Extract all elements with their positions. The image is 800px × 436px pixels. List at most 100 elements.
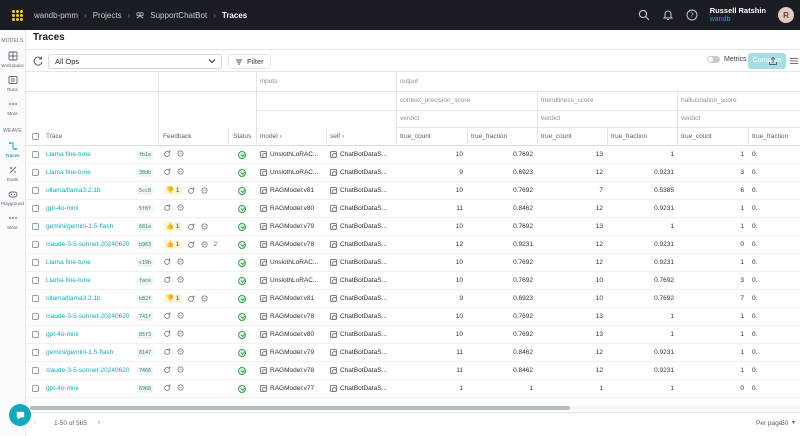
- header-model[interactable]: model ›: [260, 128, 282, 146]
- add-reaction-icon[interactable]: [164, 366, 171, 373]
- select-all-checkbox[interactable]: [32, 133, 39, 140]
- prev-page-button[interactable]: ‹: [34, 419, 36, 426]
- refresh-icon[interactable]: [31, 54, 45, 68]
- columns-icon[interactable]: [789, 56, 799, 66]
- toggle-switch[interactable]: [707, 56, 720, 63]
- trace-link[interactable]: ollama/llama3.2:1b: [46, 182, 134, 200]
- comment-icon[interactable]: [177, 384, 184, 391]
- trace-id-badge[interactable]: 681a: [137, 223, 154, 231]
- trace-id-badge[interactable]: 7466: [137, 367, 154, 375]
- reaction-badge[interactable]: 👎 1: [164, 186, 182, 195]
- avatar[interactable]: R: [778, 7, 794, 23]
- next-page-button[interactable]: ›: [98, 419, 100, 426]
- sidebar-item-more-models[interactable]: More: [0, 99, 25, 116]
- sidebar-item-runs[interactable]: Runs: [0, 75, 25, 92]
- trace-id-badge[interactable]: 85f3: [137, 331, 154, 339]
- help-icon[interactable]: ?: [686, 9, 698, 21]
- comment-icon[interactable]: [201, 241, 208, 248]
- row-checkbox[interactable]: [32, 367, 39, 374]
- row-checkbox[interactable]: [32, 313, 39, 320]
- model-ref[interactable]: RAGModel:v81: [260, 187, 314, 194]
- add-reaction-icon[interactable]: [187, 223, 195, 230]
- trace-link[interactable]: gpt-4o-mini: [46, 326, 134, 344]
- self-ref[interactable]: ChatBotDataS...: [330, 295, 387, 302]
- row-checkbox[interactable]: [32, 151, 39, 158]
- row-checkbox[interactable]: [32, 223, 39, 230]
- trace-id-badge[interactable]: fb1e: [137, 151, 154, 159]
- sidebar-item-workspace[interactable]: Workspace: [0, 51, 25, 68]
- row-checkbox[interactable]: [32, 205, 39, 212]
- comment-icon[interactable]: [201, 187, 208, 194]
- add-reaction-icon[interactable]: [164, 258, 171, 265]
- add-reaction-icon[interactable]: [187, 241, 195, 248]
- self-ref[interactable]: ChatBotDataS...: [330, 277, 387, 284]
- comment-icon[interactable]: [177, 330, 184, 337]
- header-true-count-3[interactable]: true_count: [681, 128, 712, 146]
- wandb-logo[interactable]: [0, 0, 34, 30]
- model-ref[interactable]: UnslothLoRAC...: [260, 259, 318, 266]
- bell-icon[interactable]: [662, 9, 674, 21]
- export-icon[interactable]: [768, 56, 778, 66]
- scrollbar-thumb[interactable]: [30, 406, 570, 410]
- model-ref[interactable]: RAGModel:v77: [260, 385, 314, 392]
- row-checkbox[interactable]: [32, 295, 39, 302]
- self-ref[interactable]: ChatBotDataS...: [330, 151, 387, 158]
- trace-link[interactable]: gpt-4o-mini: [46, 200, 134, 218]
- comment-icon[interactable]: [177, 366, 184, 373]
- compare-button[interactable]: Compare: [748, 53, 786, 69]
- row-checkbox[interactable]: [32, 259, 39, 266]
- sidebar-item-playground[interactable]: Playground: [0, 189, 25, 206]
- add-reaction-icon[interactable]: [187, 187, 195, 194]
- header-true-fraction-3[interactable]: true_fraction: [752, 128, 788, 146]
- header-true-count-1[interactable]: true_count: [400, 128, 431, 146]
- breadcrumb-projects[interactable]: Projects: [93, 11, 122, 20]
- row-checkbox[interactable]: [32, 349, 39, 356]
- breadcrumb-entity[interactable]: wandb-pmm: [34, 11, 78, 20]
- trace-link[interactable]: gemini/gemini-1.5-flash: [46, 218, 134, 236]
- self-ref[interactable]: ChatBotDataS...: [330, 349, 387, 356]
- add-reaction-icon[interactable]: [187, 295, 195, 302]
- search-icon[interactable]: [638, 9, 650, 21]
- add-reaction-icon[interactable]: [164, 204, 171, 211]
- comment-icon[interactable]: [201, 223, 208, 230]
- row-checkbox[interactable]: [32, 187, 39, 194]
- model-ref[interactable]: UnslothLoRAC...: [260, 169, 318, 176]
- trace-id-badge[interactable]: 6968: [137, 385, 154, 393]
- row-checkbox[interactable]: [32, 169, 39, 176]
- add-reaction-icon[interactable]: [164, 150, 171, 157]
- comment-icon[interactable]: [177, 312, 184, 319]
- trace-id-badge[interactable]: 5f8f: [137, 205, 154, 213]
- add-reaction-icon[interactable]: [164, 384, 171, 391]
- self-ref[interactable]: ChatBotDataS...: [330, 259, 387, 266]
- comment-icon[interactable]: [177, 258, 184, 265]
- model-ref[interactable]: UnslothLoRAC...: [260, 277, 318, 284]
- model-ref[interactable]: RAGModel:v79: [260, 349, 314, 356]
- trace-link[interactable]: Llama fine-tune: [46, 164, 134, 182]
- trace-link[interactable]: Llama fine-tune: [46, 272, 134, 290]
- per-page-select[interactable]: 50: [781, 420, 788, 427]
- header-status[interactable]: Status: [233, 128, 251, 146]
- header-true-fraction-2[interactable]: true_fraction: [611, 128, 647, 146]
- add-reaction-icon[interactable]: [164, 330, 171, 337]
- trace-link[interactable]: gpt-4o-mini: [46, 380, 134, 398]
- trace-id-badge[interactable]: b963: [137, 241, 154, 249]
- filter-button[interactable]: Filter: [228, 54, 271, 69]
- comment-icon[interactable]: [177, 168, 184, 175]
- metrics-toggle[interactable]: Metrics: [707, 56, 747, 63]
- sidebar-item-traces[interactable]: Traces: [0, 141, 25, 158]
- trace-link[interactable]: Llama fine-tune: [46, 254, 134, 272]
- add-reaction-icon[interactable]: [164, 168, 171, 175]
- trace-link[interactable]: claude-3-5-sonnet-20240620: [46, 308, 134, 326]
- trace-id-badge[interactable]: 8147: [137, 349, 154, 357]
- self-ref[interactable]: ChatBotDataS...: [330, 223, 387, 230]
- self-ref[interactable]: ChatBotDataS...: [330, 187, 387, 194]
- ops-select[interactable]: All Ops: [48, 54, 222, 69]
- add-reaction-icon[interactable]: [164, 276, 171, 283]
- header-true-fraction-1[interactable]: true_fraction: [471, 128, 507, 146]
- comment-icon[interactable]: [177, 204, 184, 211]
- model-ref[interactable]: RAGModel:v79: [260, 223, 314, 230]
- comment-icon[interactable]: [177, 348, 184, 355]
- reaction-badge[interactable]: 👎 1: [164, 294, 182, 303]
- self-ref[interactable]: ChatBotDataS...: [330, 241, 387, 248]
- row-checkbox[interactable]: [32, 331, 39, 338]
